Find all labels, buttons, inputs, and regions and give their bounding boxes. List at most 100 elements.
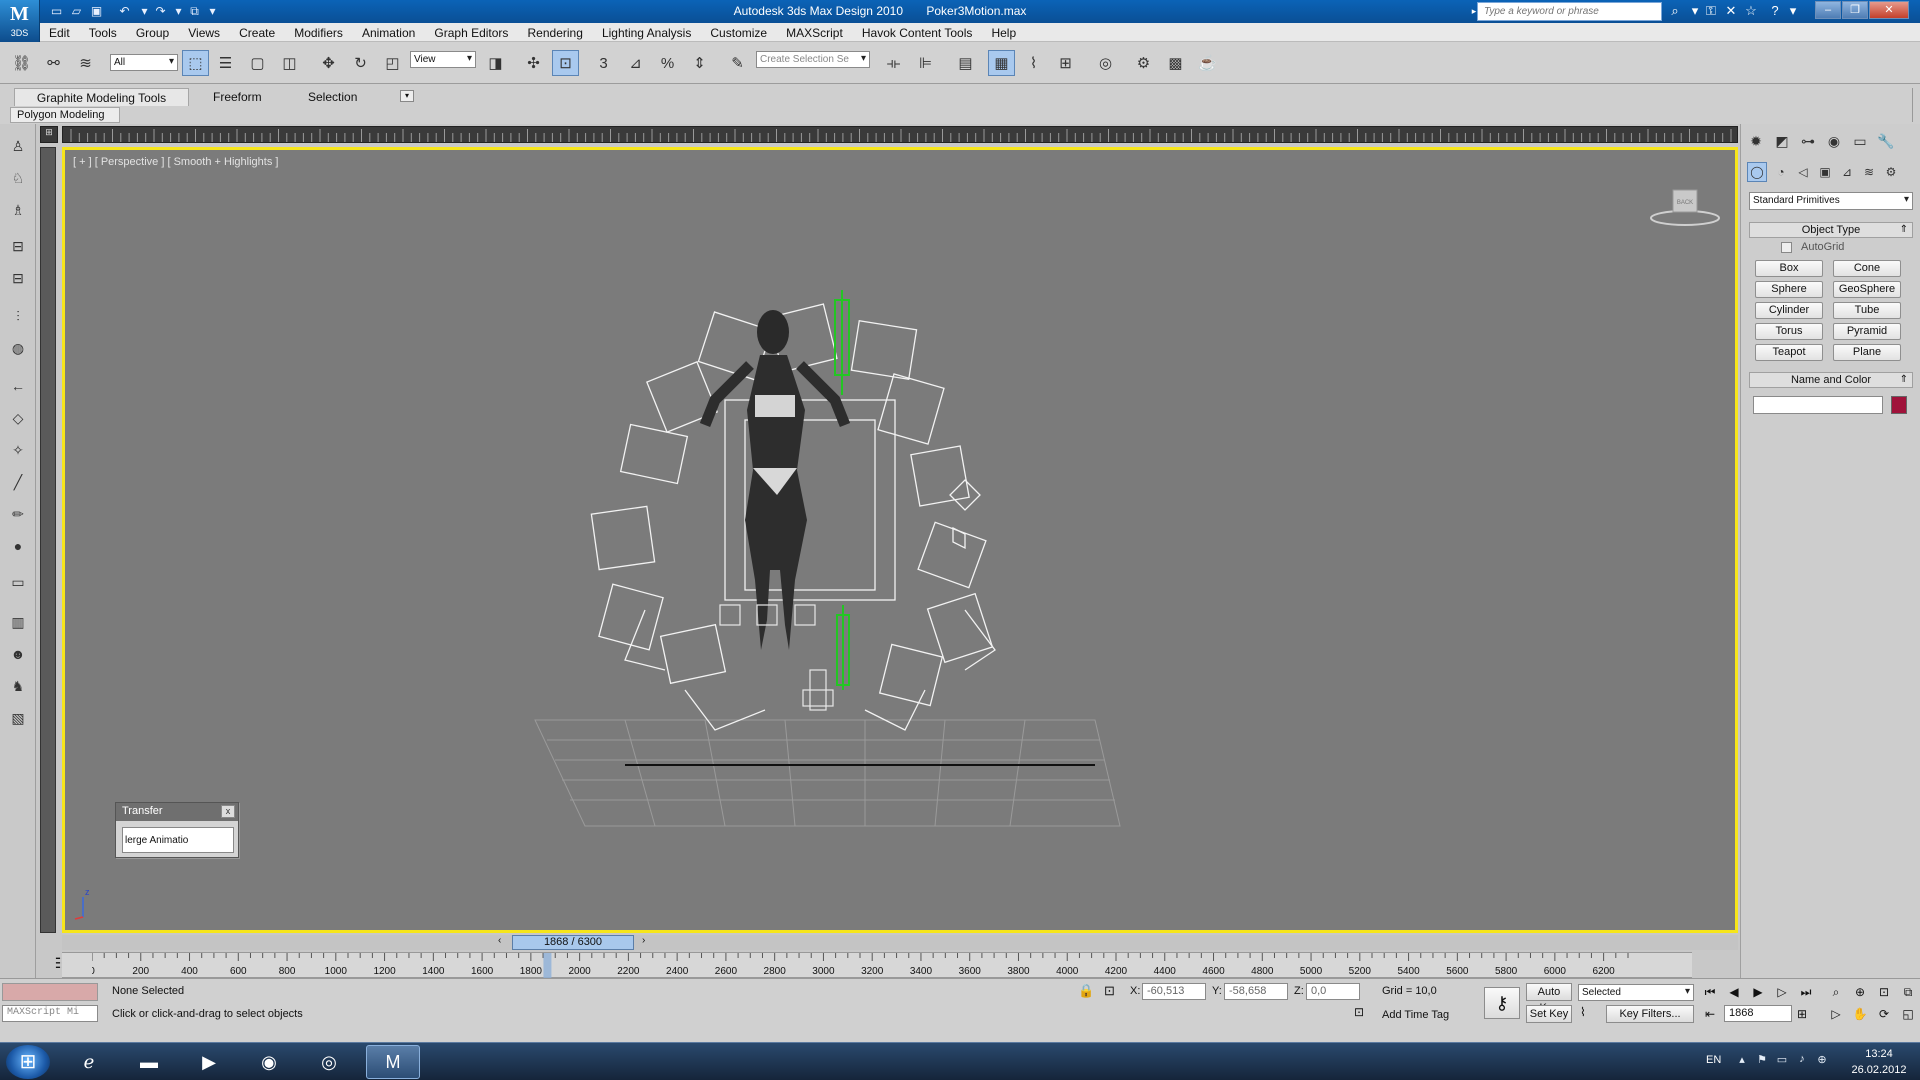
crowd-icon[interactable]: ♗ (5, 198, 31, 222)
internet-explorer-icon[interactable]: ℯ (62, 1045, 116, 1079)
zoom-icon[interactable]: ⌕ (1826, 983, 1846, 1001)
auto-key-button[interactable]: Auto Key (1526, 983, 1572, 1014)
redo-dropdown-icon[interactable]: ▾ (170, 3, 187, 19)
x-coordinate-field[interactable]: -60,513 (1142, 983, 1206, 1000)
primitive-category-dropdown[interactable]: Standard Primitives (1749, 192, 1913, 210)
undo-dropdown-icon[interactable]: ▾ (136, 3, 153, 19)
menu-animation[interactable]: Animation (353, 23, 422, 41)
set-key-button[interactable]: Set Key (1526, 1005, 1572, 1023)
render-production-icon[interactable]: ☕ (1194, 50, 1221, 76)
globe-icon[interactable]: ◍ (5, 336, 31, 360)
quick-access-dropdown-icon[interactable]: ▾ (204, 3, 221, 19)
object-name-input[interactable] (1753, 396, 1883, 414)
track-view-toggle-icon[interactable]: ⊞ (40, 126, 58, 143)
cone-button[interactable]: Cone (1833, 260, 1901, 277)
window-crossing-icon[interactable]: ◫ (276, 50, 303, 76)
motion-panel-icon[interactable]: ◉ (1823, 130, 1845, 152)
minimize-button[interactable]: – (1815, 1, 1841, 19)
time-slider-thumb[interactable]: 1868 / 6300 (512, 935, 634, 950)
select-and-link-icon[interactable]: ⛓ (8, 50, 35, 76)
display-panel-icon[interactable]: ▭ (1849, 130, 1871, 152)
arrow-tool-icon[interactable]: ← (5, 374, 31, 398)
pan-view-icon[interactable]: ✋ (1850, 1005, 1870, 1023)
view-cube[interactable]: BACK (1649, 188, 1721, 228)
next-frame-icon[interactable]: ▷ (1772, 983, 1792, 1001)
key-tangent-icon[interactable]: ⌇ (1580, 1005, 1586, 1019)
menu-tools[interactable]: Tools (80, 23, 124, 41)
layer-manager-icon[interactable]: ▤ (952, 50, 979, 76)
menu-rendering[interactable]: Rendering (519, 23, 590, 41)
field-of-view-icon[interactable]: ▷ (1826, 1005, 1846, 1023)
zoom-extents-icon[interactable]: ⊡ (1874, 983, 1894, 1001)
tube-button[interactable]: Tube (1833, 302, 1901, 319)
add-time-tag-label[interactable]: Add Time Tag (1382, 1009, 1449, 1021)
menu-help[interactable]: Help (982, 23, 1023, 41)
orbit-icon[interactable]: ⟳ (1874, 1005, 1894, 1023)
lock-selection-icon[interactable]: 🔒 (1078, 983, 1094, 999)
panel-polygon-modeling[interactable]: Polygon Modeling (10, 107, 120, 123)
bind-space-warp-icon[interactable]: ≋ (72, 50, 99, 76)
cylinder-button[interactable]: Cylinder (1755, 302, 1823, 319)
y-coordinate-field[interactable]: -58,658 (1224, 983, 1288, 1000)
tray-app-icon[interactable]: ⊕ (1814, 1053, 1830, 1069)
go-to-start-icon[interactable]: ⏮ (1700, 983, 1720, 1001)
maximize-viewport-icon[interactable]: ◱ (1898, 1005, 1918, 1023)
network-icon[interactable]: ▭ (1774, 1053, 1790, 1069)
tab-freeform[interactable]: Freeform (205, 88, 270, 106)
plane-button[interactable]: Plane (1833, 344, 1901, 361)
unlink-icon[interactable]: ⚯ (40, 50, 67, 76)
track-bar[interactable]: 0 200 400 600 800 1000 1200 1400 1600 1800 2000 220… (62, 952, 1692, 979)
menu-maxscript[interactable]: MAXScript (777, 23, 850, 41)
media-player-icon[interactable]: ▶ (182, 1045, 236, 1079)
viewport-perspective[interactable]: [ + ] [ Perspective ] [ Smooth + Highlig… (62, 147, 1738, 933)
maxscript-mini-listener[interactable]: MAXScript Mi (2, 1005, 98, 1022)
3ds-max-taskbar-icon[interactable]: M (366, 1045, 420, 1079)
tab-graphite-modeling-tools[interactable]: Graphite Modeling Tools (14, 88, 189, 106)
modify-panel-icon[interactable]: ◩ (1771, 130, 1793, 152)
subscription-icon[interactable]: ⚿ (1702, 2, 1720, 20)
set-key-large-button[interactable]: ⚷ (1484, 987, 1520, 1019)
lf-tool-icon[interactable]: ▭ (5, 570, 31, 594)
transfer-close-button[interactable]: x (221, 805, 235, 818)
systems-icon[interactable]: ⚙ (1881, 162, 1901, 182)
geometry-icon[interactable]: ◯ (1747, 162, 1767, 182)
pivot-center-icon[interactable]: ◨ (482, 50, 509, 76)
rotate-icon[interactable]: ↻ (347, 50, 374, 76)
schematic-view-icon[interactable]: ⊞ (1052, 50, 1079, 76)
transfer-dialog-title[interactable]: Transfer (116, 803, 238, 821)
help-dropdown-icon[interactable]: ▾ (1784, 2, 1802, 20)
selection-filter-dropdown[interactable]: All (110, 54, 178, 71)
ribbon-options-icon[interactable]: ▾ (400, 90, 414, 102)
walk-icon[interactable]: ♙ (5, 134, 31, 158)
time-tag-icon[interactable]: ⊡ (1354, 1005, 1372, 1023)
save-file-icon[interactable]: ▣ (88, 3, 105, 19)
biped-icon[interactable]: ♘ (5, 166, 31, 190)
zoom-all-icon[interactable]: ⊕ (1850, 983, 1870, 1001)
shapes-icon[interactable]: ◔ (1771, 162, 1791, 182)
favorites-star-icon[interactable]: ☆ (1742, 2, 1760, 20)
material-editor-icon[interactable]: ◎ (1092, 50, 1119, 76)
diamond-tool-icon[interactable]: ◇ (5, 406, 31, 430)
key-filters-button[interactable]: Key Filters... (1606, 1005, 1694, 1023)
space-warps-icon[interactable]: ≋ (1859, 162, 1879, 182)
n-tool-icon[interactable]: ▧ (5, 706, 31, 730)
teapot-button[interactable]: Teapot (1755, 344, 1823, 361)
geosphere-button[interactable]: GeoSphere (1833, 281, 1901, 298)
graphite-toggle-icon[interactable]: ▦ (988, 50, 1015, 76)
render-blowup-icon[interactable]: ⊟ (5, 266, 31, 290)
menu-create[interactable]: Create (230, 23, 282, 41)
reference-coordinate-dropdown[interactable]: View (410, 51, 476, 68)
tab-selection[interactable]: Selection (300, 88, 365, 106)
select-object-icon[interactable]: ⬚ (182, 50, 209, 76)
menu-modifiers[interactable]: Modifiers (285, 23, 350, 41)
time-slider[interactable]: ‹ 1868 / 6300 › (62, 935, 1738, 950)
lights-icon[interactable]: ◁ (1793, 162, 1813, 182)
spinner-snap-icon[interactable]: ⇕ (686, 50, 713, 76)
named-selection-dropdown[interactable]: Create Selection Se (756, 51, 870, 68)
scale-icon[interactable]: ◰ (379, 50, 406, 76)
rollout-object-type[interactable]: Object Type ⇑ (1749, 222, 1913, 238)
object-color-swatch[interactable] (1891, 396, 1907, 414)
line-tool-icon[interactable]: ╱ (5, 470, 31, 494)
head-tool-icon[interactable]: ☻ (5, 642, 31, 666)
align-icon[interactable]: ⊫ (912, 50, 939, 76)
